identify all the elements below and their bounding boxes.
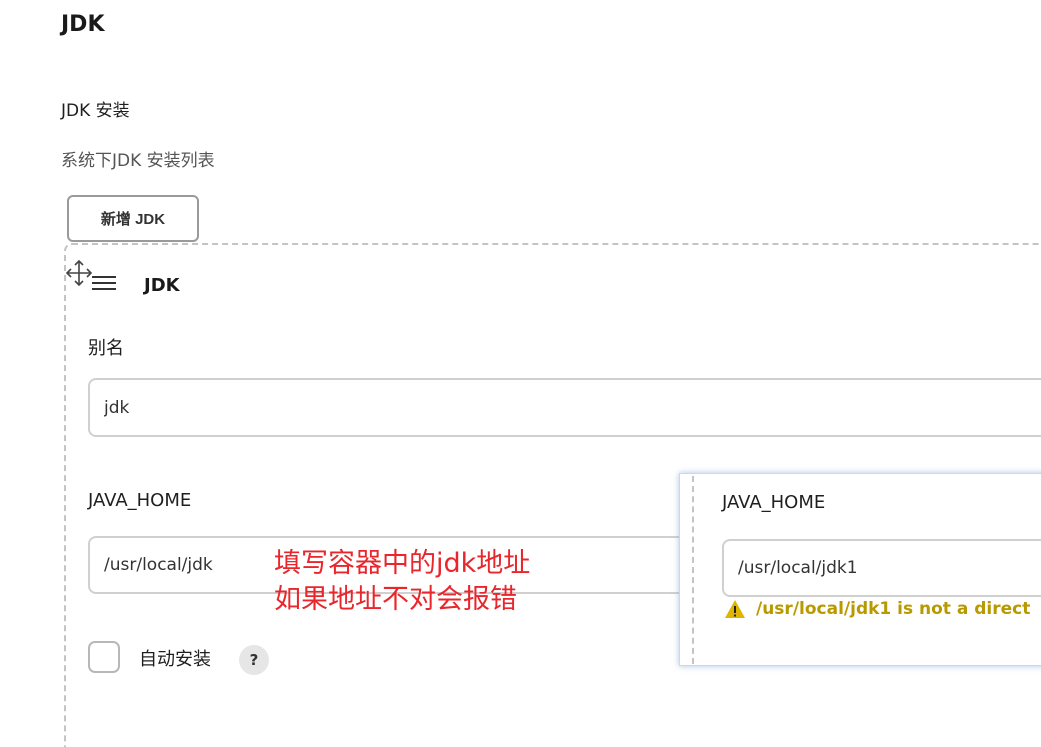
alias-label: 别名: [88, 338, 124, 359]
move-cursor-icon: [64, 258, 94, 288]
warning-text: /usr/local/jdk1 is not a direct: [756, 599, 1031, 619]
auto-install-checkbox[interactable]: [88, 641, 120, 673]
alias-input[interactable]: [88, 378, 1041, 437]
item-heading: JDK: [144, 275, 180, 296]
jdk-install-description: 系统下JDK 安装列表: [61, 151, 215, 171]
red-annotation: 填写容器中的jdk地址 如果地址不对会报错: [274, 546, 530, 618]
auto-install-label: 自动安装: [139, 649, 211, 670]
add-jdk-button[interactable]: 新增 JDK: [67, 195, 199, 242]
java-home-warning: /usr/local/jdk1 is not a direct: [724, 599, 1030, 619]
section-title: JDK: [61, 12, 105, 37]
warning-triangle-icon: [724, 599, 746, 619]
overlay-java-home-input[interactable]: [722, 539, 1041, 597]
annotation-line-1: 填写容器中的jdk地址: [274, 548, 531, 579]
jdk-install-title: JDK 安装: [61, 101, 130, 121]
annotation-line-2: 如果地址不对会报错: [274, 584, 517, 615]
jdk-config-page: JDK JDK 安装 系统下JDK 安装列表 新增 JDK JDK 别名 JAV…: [0, 0, 1041, 747]
overlay-dashed-border: [692, 476, 696, 664]
overlay-java-home-label: JAVA_HOME: [722, 492, 826, 513]
drag-handle-icon[interactable]: [92, 276, 116, 294]
java-home-label: JAVA_HOME: [88, 490, 192, 511]
help-icon[interactable]: ?: [239, 645, 269, 675]
